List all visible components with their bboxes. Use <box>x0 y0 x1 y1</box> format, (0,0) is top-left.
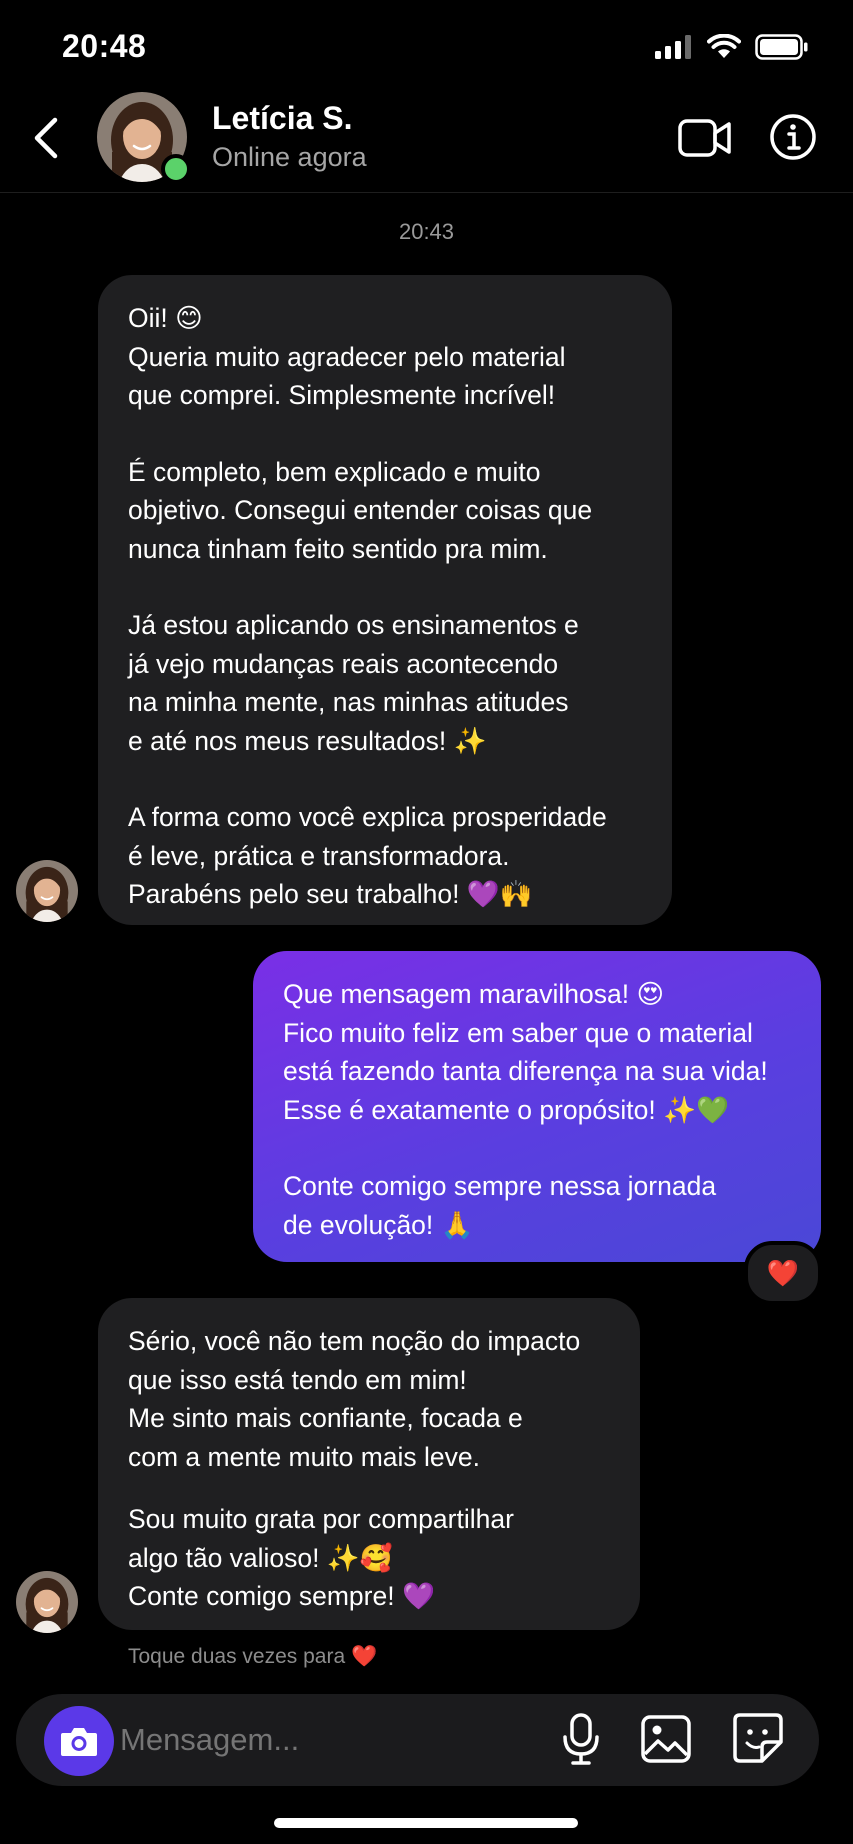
avatar-image <box>16 860 78 922</box>
message-line: está fazendo tanta diferença na sua vida… <box>283 1056 768 1086</box>
message-line: de evolução! 🙏 <box>283 1209 474 1240</box>
message-line: Sou muito grata por compartilhar <box>128 1504 514 1534</box>
message-line: já vejo mudanças reais acontecendo <box>128 648 559 679</box>
camera-icon <box>61 1728 97 1756</box>
message-line: é leve, prática e transformadora. <box>128 840 510 871</box>
wifi-icon <box>707 34 741 58</box>
message-line: É completo, bem explicado e muito <box>128 456 541 487</box>
heart-reaction[interactable]: ❤️ <box>744 1241 822 1305</box>
info-button[interactable] <box>768 112 818 162</box>
home-indicator <box>274 1818 578 1828</box>
message-line: Que mensagem maravilhosa! 😍 <box>283 979 665 1009</box>
signal-icon <box>655 35 691 59</box>
message-line: com a mente muito mais leve. <box>128 1441 480 1472</box>
sender-avatar[interactable] <box>16 1571 78 1633</box>
message-bubble-received[interactable]: Sério, você não tem noção do impacto que… <box>98 1298 640 1630</box>
message-line: objetivo. Consegui entender coisas que <box>128 495 593 525</box>
image-icon <box>641 1715 691 1763</box>
message-line: algo tão valioso! ✨🥰 <box>128 1542 393 1573</box>
message-bubble-received[interactable]: Oii! 😊 Queria muito agradecer pelo mater… <box>98 275 672 925</box>
message-bubble-sent[interactable]: Que mensagem maravilhosa! 😍 Fico muito f… <box>253 951 821 1262</box>
message-line: Conte comigo sempre! 💜 <box>128 1581 435 1611</box>
message-line: que isso está tendo em mim! <box>128 1364 467 1395</box>
message-input[interactable] <box>120 1722 540 1758</box>
message-line: Já estou aplicando os ensinamentos e <box>128 610 579 640</box>
message-line: Esse é exatamente o propósito! ✨💚 <box>283 1094 730 1125</box>
video-call-button[interactable] <box>678 116 732 160</box>
message-line: que comprei. Simplesmente incrível! <box>128 380 556 410</box>
chat-header: Letícia S. Online agora <box>0 88 853 193</box>
message-line: Conte comigo sempre nessa jornada <box>283 1171 717 1201</box>
message-line: Oii! 😊 <box>128 303 203 333</box>
message-line: Parabéns pelo seu trabalho! 💜🙌 <box>128 879 533 909</box>
sticker-icon <box>733 1713 783 1763</box>
online-indicator <box>161 154 191 184</box>
contact-name[interactable]: Letícia S. <box>212 100 353 137</box>
video-camera-icon <box>678 119 731 157</box>
message-line: A forma como você explica prosperidade <box>128 802 607 832</box>
message-line: na minha mente, nas minhas atitudes <box>128 687 569 717</box>
battery-icon <box>755 34 808 60</box>
avatar-image <box>16 1571 78 1633</box>
message-line: Fico muito feliz em saber que o material <box>283 1017 753 1048</box>
message-line: Queria muito agradecer pelo material <box>128 341 566 372</box>
status-time: 20:48 <box>62 28 147 64</box>
chat-timestamp: 20:43 <box>398 219 455 244</box>
sticker-button[interactable] <box>732 1712 784 1764</box>
microphone-button[interactable] <box>560 1712 602 1766</box>
presence-status: Online agora <box>212 142 367 172</box>
status-icons <box>655 30 809 64</box>
gallery-button[interactable] <box>640 1714 692 1764</box>
sender-avatar[interactable] <box>16 860 78 922</box>
camera-button[interactable] <box>44 1706 114 1776</box>
message-line: e até nos meus resultados! ✨ <box>128 725 487 756</box>
microphone-icon <box>563 1713 599 1765</box>
message-line: nunca tinham feito sentido pra mim. <box>128 533 548 564</box>
message-line: Sério, você não tem noção do impacto <box>128 1326 581 1356</box>
chevron-left-icon <box>34 117 58 159</box>
message-line: Me sinto mais confiante, focada e <box>128 1403 523 1433</box>
back-button[interactable] <box>22 106 70 170</box>
info-icon <box>770 114 816 160</box>
double-tap-hint: Toque duas vezes para ❤️ <box>128 1645 378 1668</box>
